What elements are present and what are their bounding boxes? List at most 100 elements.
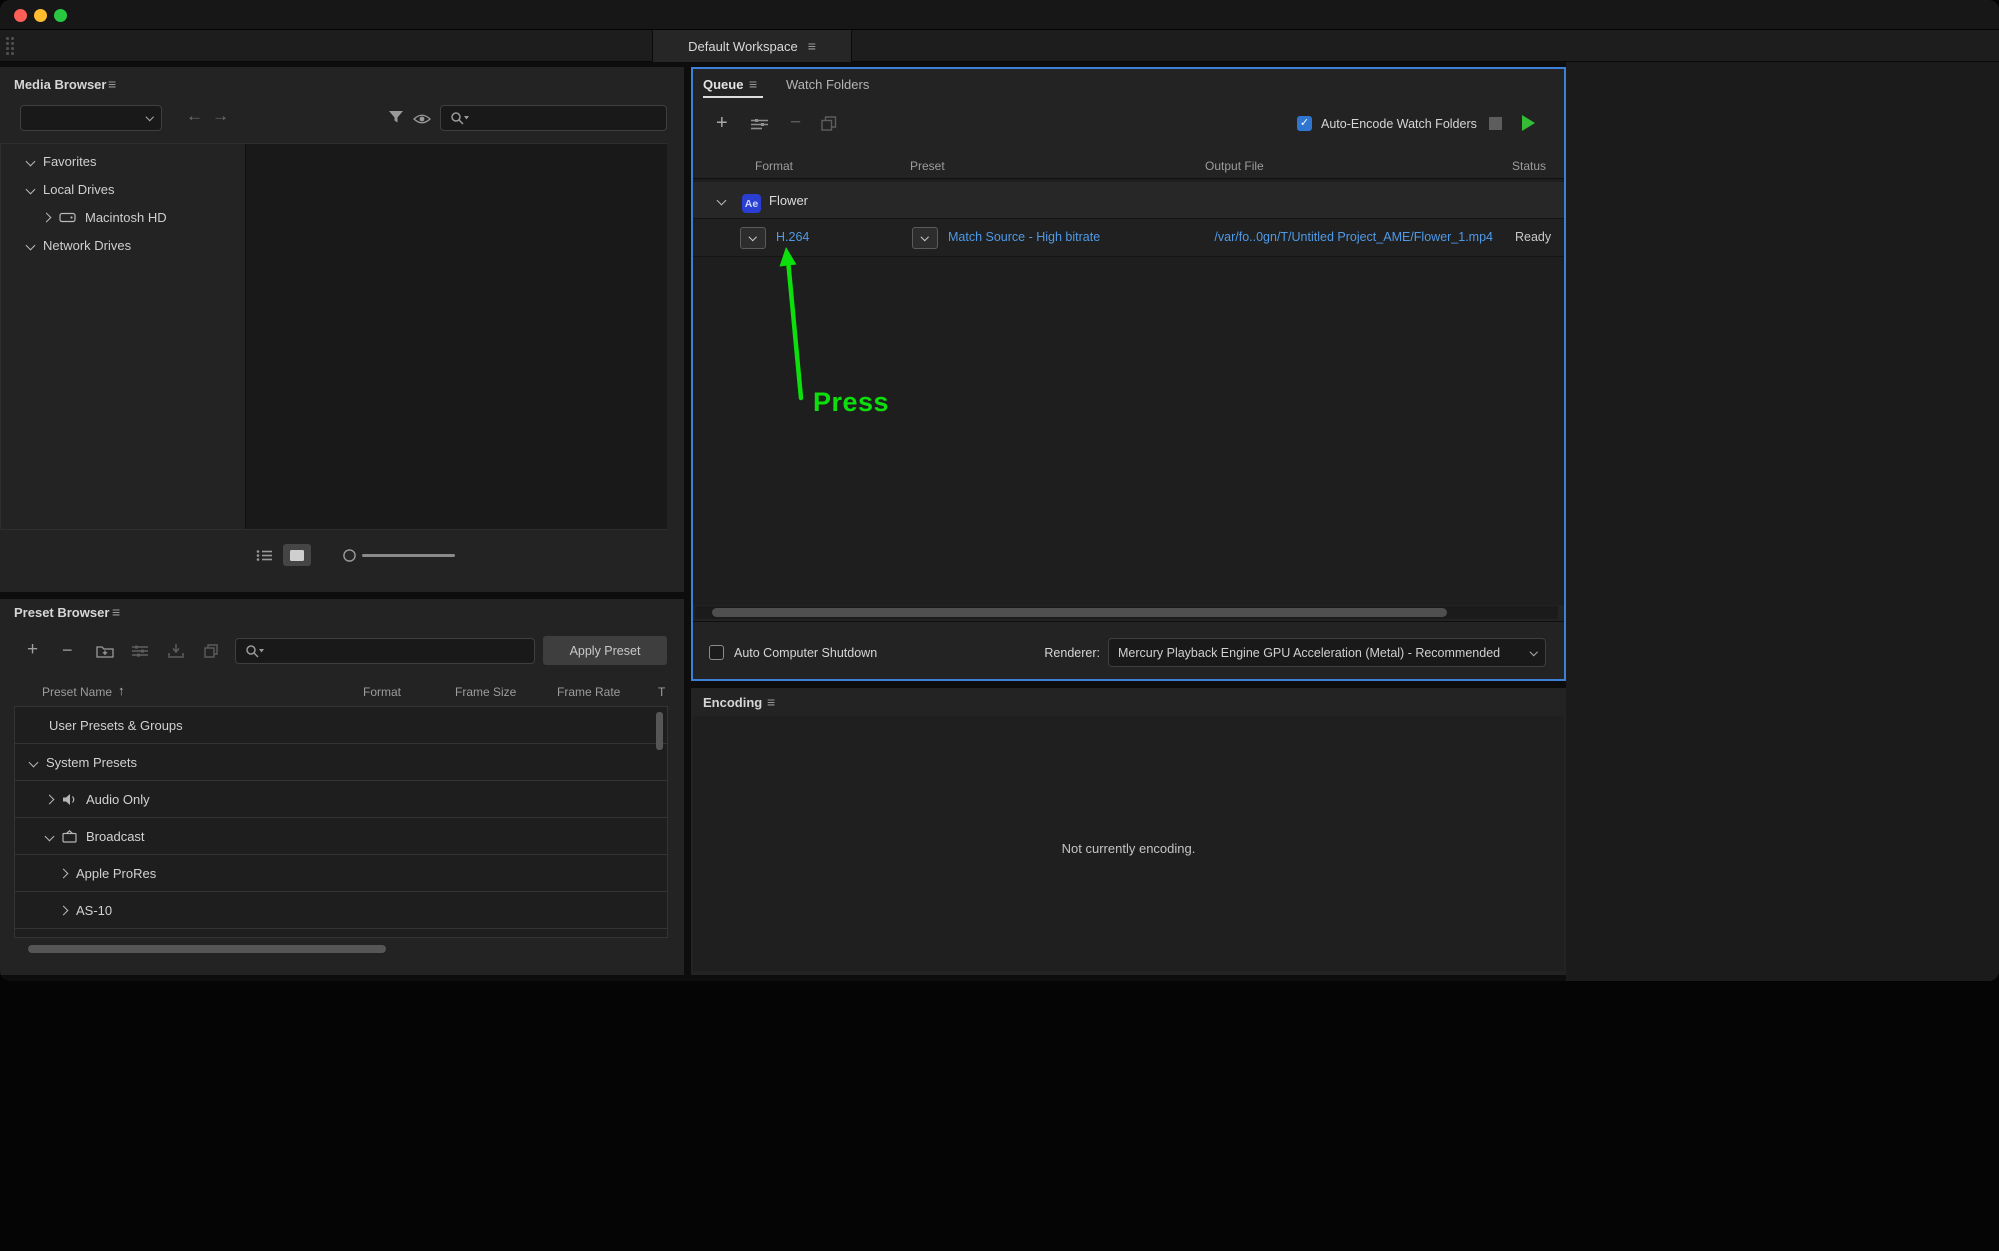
- panel-grip-icon[interactable]: [6, 37, 14, 55]
- auto-shutdown-checkbox[interactable]: [709, 645, 724, 660]
- workspace-tab-label: Default Workspace: [688, 38, 798, 54]
- preset-row-apple-prores[interactable]: Apple ProRes: [15, 855, 667, 892]
- auto-shutdown-label: Auto Computer Shutdown: [734, 646, 878, 660]
- tab-queue[interactable]: Queue: [703, 77, 743, 92]
- titlebar: [0, 0, 1999, 30]
- tree-item-label: Macintosh HD: [85, 209, 167, 225]
- media-browser-panel-menu-icon[interactable]: ≡: [108, 77, 116, 91]
- renderer-value: Mercury Playback Engine GPU Acceleration…: [1118, 645, 1501, 660]
- workspace-menu-icon[interactable]: ≡: [808, 39, 816, 53]
- chevron-down-icon[interactable]: [25, 240, 36, 250]
- list-view-icon[interactable]: [256, 549, 273, 562]
- search-icon: [245, 644, 265, 658]
- chevron-down-icon[interactable]: [44, 831, 55, 841]
- preset-row-label: User Presets & Groups: [49, 717, 183, 733]
- thumbnail-view-button[interactable]: [283, 544, 311, 566]
- queue-column-format: Format: [755, 159, 794, 173]
- chevron-down-icon[interactable]: [25, 156, 36, 166]
- preset-row-as10[interactable]: AS-10: [15, 892, 667, 929]
- encoding-panel-menu-icon[interactable]: ≡: [767, 695, 775, 709]
- preset-dropdown-button[interactable]: [912, 227, 938, 249]
- output-file-link[interactable]: /var/fo..0gn/T/Untitled Project_AME/Flow…: [1163, 230, 1493, 244]
- status-value: Ready: [1515, 230, 1552, 244]
- media-source-dropdown[interactable]: [20, 105, 162, 131]
- column-header-format[interactable]: Format: [363, 685, 401, 699]
- media-search-field[interactable]: [440, 105, 667, 131]
- apply-preset-button[interactable]: Apply Preset: [543, 636, 667, 665]
- preset-link[interactable]: Match Source - High bitrate: [948, 230, 1100, 244]
- start-queue-icon[interactable]: [1522, 115, 1535, 131]
- preset-row-audio-only[interactable]: Audio Only: [15, 781, 667, 818]
- preset-row-user-presets[interactable]: User Presets & Groups: [15, 707, 667, 744]
- workspace-tab-default[interactable]: Default Workspace ≡: [652, 30, 852, 62]
- column-header-type[interactable]: T: [658, 685, 665, 699]
- back-arrow-icon[interactable]: ←: [186, 107, 203, 124]
- column-header-frame-rate[interactable]: Frame Rate: [557, 685, 620, 699]
- media-search-input[interactable]: [477, 111, 657, 125]
- chevron-right-icon[interactable]: [44, 794, 55, 804]
- sort-ascending-icon[interactable]: ↑: [118, 683, 125, 698]
- stop-queue-icon[interactable]: [1489, 117, 1502, 130]
- queue-panel-menu-icon[interactable]: ≡: [749, 77, 757, 91]
- preset-row-system-presets[interactable]: System Presets: [15, 744, 667, 781]
- eye-icon[interactable]: [413, 113, 431, 125]
- preset-settings-icon[interactable]: [132, 645, 148, 657]
- forward-arrow-icon[interactable]: →: [212, 107, 229, 124]
- minimize-window-button[interactable]: [34, 9, 47, 22]
- zoom-window-button[interactable]: [54, 9, 67, 22]
- duplicate-item-icon[interactable]: [821, 116, 837, 131]
- zoom-slider-track[interactable]: [362, 554, 455, 557]
- preset-browser-panel-menu-icon[interactable]: ≡: [112, 605, 120, 619]
- vertical-scrollbar-thumb[interactable]: [656, 712, 663, 750]
- tree-item-macintosh-hd[interactable]: Macintosh HD: [1, 203, 231, 231]
- tab-watch-folders[interactable]: Watch Folders: [786, 77, 869, 92]
- column-header-preset-name[interactable]: Preset Name: [42, 685, 112, 699]
- after-effects-badge: Ae: [742, 194, 761, 213]
- app-window: Default Workspace ≡ Media Browser ≡ ← →: [0, 0, 1999, 981]
- add-output-icon[interactable]: [751, 118, 768, 131]
- new-preset-icon[interactable]: +: [27, 640, 38, 659]
- format-dropdown-button[interactable]: [740, 227, 766, 249]
- close-window-button[interactable]: [14, 9, 27, 22]
- import-preset-icon[interactable]: [168, 644, 184, 658]
- chevron-down-icon[interactable]: [28, 757, 39, 767]
- media-browser-body: Favorites Local Drives Macintosh HD Netw…: [0, 143, 667, 530]
- active-tab-underline: [703, 96, 763, 98]
- delete-preset-icon[interactable]: −: [62, 641, 73, 659]
- queue-hscroll-track[interactable]: [695, 606, 1558, 619]
- filter-icon[interactable]: [388, 110, 404, 124]
- chevron-down-icon[interactable]: [716, 195, 727, 205]
- preset-search-field[interactable]: [235, 638, 535, 664]
- chevron-right-icon[interactable]: [58, 905, 69, 915]
- auto-encode-checkbox[interactable]: ✓: [1297, 116, 1312, 131]
- encoding-panel: Encoding ≡ Not currently encoding.: [691, 688, 1566, 975]
- duplicate-preset-icon[interactable]: [204, 644, 219, 658]
- queue-group-row[interactable]: Ae Flower: [693, 182, 1564, 219]
- tree-item-favorites[interactable]: Favorites: [1, 147, 231, 175]
- tv-icon: [62, 829, 77, 843]
- auto-encode-label: Auto-Encode Watch Folders: [1321, 117, 1477, 131]
- horizontal-scrollbar-thumb[interactable]: [28, 945, 386, 953]
- preset-row-label: Audio Only: [86, 791, 150, 807]
- chevron-right-icon[interactable]: [41, 212, 52, 222]
- tree-item-network-drives[interactable]: Network Drives: [1, 231, 231, 259]
- new-group-folder-icon[interactable]: [96, 644, 114, 658]
- format-link[interactable]: H.264: [776, 230, 809, 244]
- tree-item-label: Network Drives: [43, 237, 132, 253]
- remove-item-icon[interactable]: −: [790, 113, 801, 132]
- chevron-down-icon: [1529, 647, 1538, 656]
- preset-browser-panel: Preset Browser ≡ + − Apply Preset Preset…: [0, 599, 684, 975]
- add-source-icon[interactable]: +: [716, 113, 728, 133]
- chevron-right-icon[interactable]: [58, 868, 69, 878]
- tree-item-local-drives[interactable]: Local Drives: [1, 175, 231, 203]
- preset-row-label: AS-10: [76, 902, 113, 918]
- empty-app-area: [1566, 62, 1999, 981]
- chevron-down-icon[interactable]: [25, 184, 36, 194]
- preset-search-input[interactable]: [272, 644, 525, 658]
- preset-row-broadcast[interactable]: Broadcast: [15, 818, 667, 855]
- zoom-slider-knob[interactable]: [342, 548, 357, 563]
- renderer-dropdown[interactable]: Mercury Playback Engine GPU Acceleration…: [1108, 638, 1546, 667]
- column-header-frame-size[interactable]: Frame Size: [455, 685, 516, 699]
- queue-item-row[interactable]: H.264 Match Source - High bitrate /var/f…: [693, 219, 1564, 257]
- queue-hscroll-thumb[interactable]: [712, 608, 1447, 617]
